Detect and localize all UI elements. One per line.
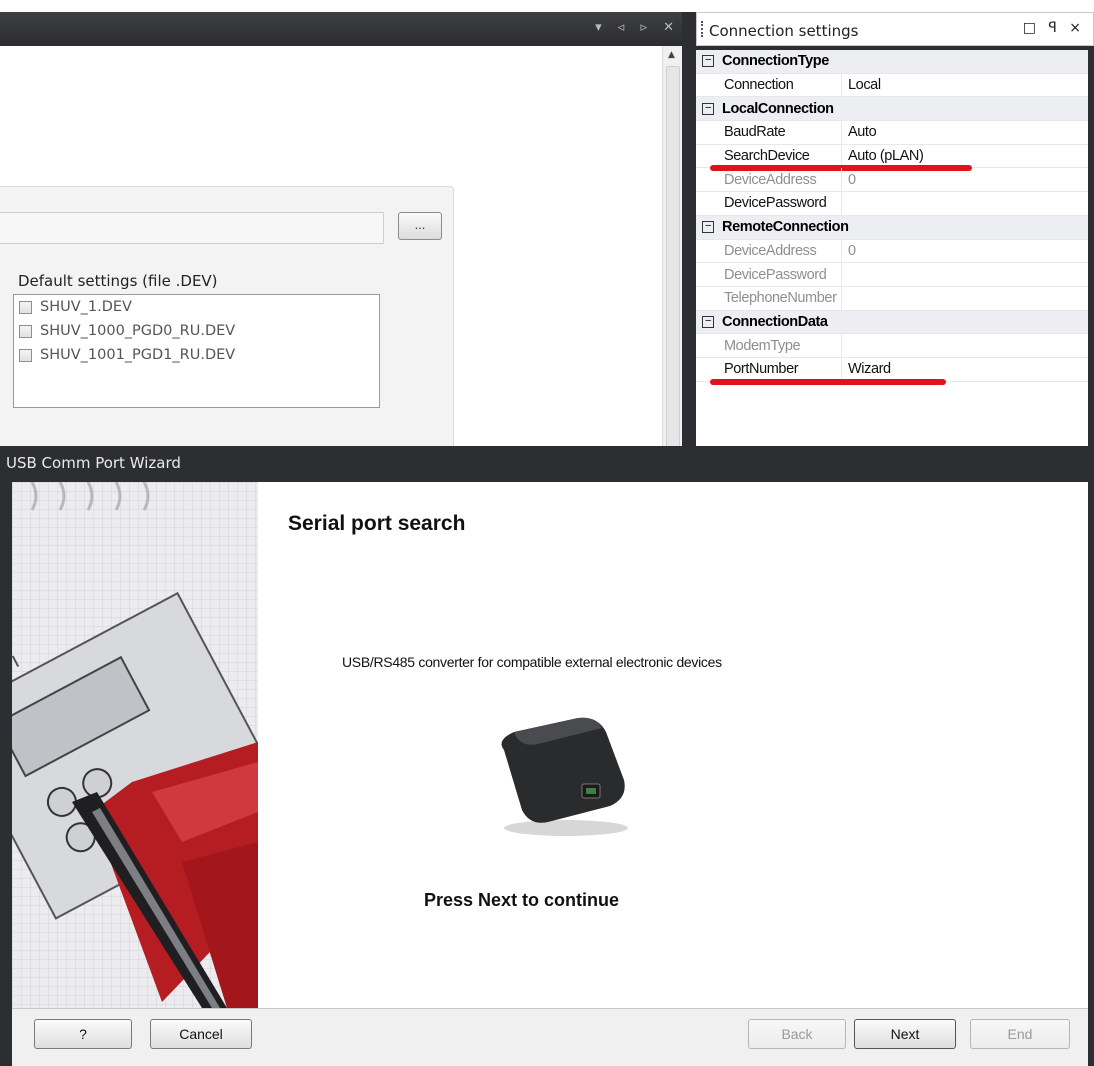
property-value[interactable]: Local — [842, 77, 881, 93]
default-settings-label: Default settings (file .DEV) — [18, 272, 218, 290]
panel-title: Connection settings — [709, 22, 859, 40]
connection-settings-titlebar: Connection settings □ ꟼ × — [696, 12, 1094, 46]
connection-settings-panel: Connection settings □ ꟼ × − ConnectionTyp… — [696, 12, 1094, 452]
property-name: DevicePassword — [696, 192, 842, 215]
property-name: PortNumber — [696, 357, 842, 381]
minus-square-icon[interactable]: − — [702, 315, 714, 328]
property-category[interactable]: − ConnectionType — [696, 50, 1088, 74]
wizard-title: USB Comm Port Wizard — [6, 454, 181, 472]
category-label: LocalConnection — [722, 100, 834, 117]
property-row[interactable]: PortNumber Wizard — [696, 357, 1088, 385]
file-name: SHUV_1000_PGD0_RU.DEV — [40, 323, 236, 339]
tab-controls[interactable]: ▾ ◃ ▹ ✕ — [595, 20, 680, 35]
property-name: DeviceAddress — [696, 168, 842, 192]
property-name: TelephoneNumber — [696, 286, 842, 310]
property-row[interactable]: DeviceAddress 0 — [696, 168, 1088, 193]
category-label: ConnectionType — [722, 53, 829, 70]
next-button[interactable]: Next — [854, 1019, 956, 1049]
property-name: SearchDevice — [696, 144, 842, 168]
file-name: SHUV_1.DEV — [40, 299, 132, 315]
usb-converter-image-icon — [501, 717, 628, 836]
property-name: BaudRate — [696, 121, 842, 144]
property-name: ModemType — [696, 334, 842, 357]
wizard-description: USB/RS485 converter for compatible exter… — [342, 654, 722, 670]
checkbox-icon[interactable] — [19, 348, 32, 362]
drag-grip-icon[interactable] — [701, 21, 704, 37]
file-name: SHUV_1001_PGD1_RU.DEV — [40, 347, 236, 363]
property-row[interactable]: TelephoneNumber — [696, 286, 1088, 311]
back-button[interactable]: Back — [748, 1019, 846, 1049]
wizard-footer: ? Cancel Back Next End — [12, 1008, 1088, 1066]
browse-button[interactable]: ... — [398, 212, 442, 240]
document-tab-header: ▾ ◃ ▹ ✕ — [0, 12, 688, 46]
wizard-side-image — [12, 482, 258, 1008]
minus-square-icon[interactable]: − — [702, 221, 714, 234]
property-category[interactable]: − ConnectionData — [696, 310, 1088, 335]
property-category[interactable]: − RemoteConnection — [696, 215, 1088, 240]
notebook-illustration-icon — [12, 482, 258, 1008]
minus-square-icon[interactable]: − — [702, 102, 714, 115]
scroll-up-arrow-icon[interactable]: ▲ — [668, 50, 675, 60]
wizard-heading: Serial port search — [288, 512, 466, 535]
property-row[interactable]: BaudRate Auto — [696, 121, 1088, 145]
minus-square-icon[interactable]: − — [702, 55, 714, 68]
property-value[interactable]: Auto — [842, 124, 877, 140]
category-label: ConnectionData — [722, 313, 828, 330]
category-label: RemoteConnection — [722, 219, 849, 236]
file-path-input[interactable] — [0, 212, 384, 244]
help-button[interactable]: ? — [34, 1019, 132, 1049]
list-item[interactable]: SHUV_1001_PGD1_RU.DEV — [14, 343, 379, 367]
cancel-button[interactable]: Cancel — [150, 1019, 252, 1049]
wizard-content: Serial port search USB/RS485 converter f… — [258, 482, 1088, 1008]
property-grid[interactable]: − ConnectionType Connection Local − LocalConn… — [696, 50, 1088, 452]
checkbox-icon[interactable] — [19, 324, 32, 338]
red-highlight-underline — [710, 378, 946, 385]
property-row[interactable]: SearchDevice Auto (pLAN) — [696, 144, 1088, 172]
property-row[interactable]: DevicePassword — [696, 192, 1088, 216]
usb-comm-port-wizard: USB Comm Port Wizard Serial port search … — [0, 446, 1094, 1066]
list-item[interactable]: SHUV_1.DEV — [14, 295, 379, 319]
checkbox-icon[interactable] — [19, 300, 32, 314]
panel-window-controls[interactable]: □ ꟼ × — [1023, 20, 1085, 36]
panel-splitter[interactable] — [682, 12, 696, 452]
property-row[interactable]: ModemType — [696, 334, 1088, 358]
property-category[interactable]: − LocalConnection — [696, 97, 1088, 122]
property-name: Connection — [696, 73, 842, 97]
property-row[interactable]: Connection Local — [696, 73, 1088, 98]
end-button[interactable]: End — [970, 1019, 1070, 1049]
vertical-scrollbar[interactable]: ▲ — [662, 46, 682, 452]
property-name: DeviceAddress — [696, 239, 842, 263]
wizard-next-prompt: Press Next to continue — [424, 890, 620, 910]
property-value[interactable]: Wizard — [842, 361, 891, 377]
property-value[interactable]: 0 — [842, 243, 856, 259]
property-name: DevicePassword — [696, 263, 842, 286]
scrollbar-thumb[interactable] — [666, 66, 680, 452]
property-row[interactable]: DevicePassword — [696, 263, 1088, 287]
property-value[interactable]: Auto (pLAN) — [842, 148, 924, 164]
property-row[interactable]: DeviceAddress 0 — [696, 239, 1088, 264]
list-item[interactable]: SHUV_1000_PGD0_RU.DEV — [14, 319, 379, 343]
property-value[interactable]: 0 — [842, 172, 856, 188]
default-settings-list[interactable]: SHUV_1.DEV SHUV_1000_PGD0_RU.DEV SHUV_10… — [13, 294, 380, 408]
